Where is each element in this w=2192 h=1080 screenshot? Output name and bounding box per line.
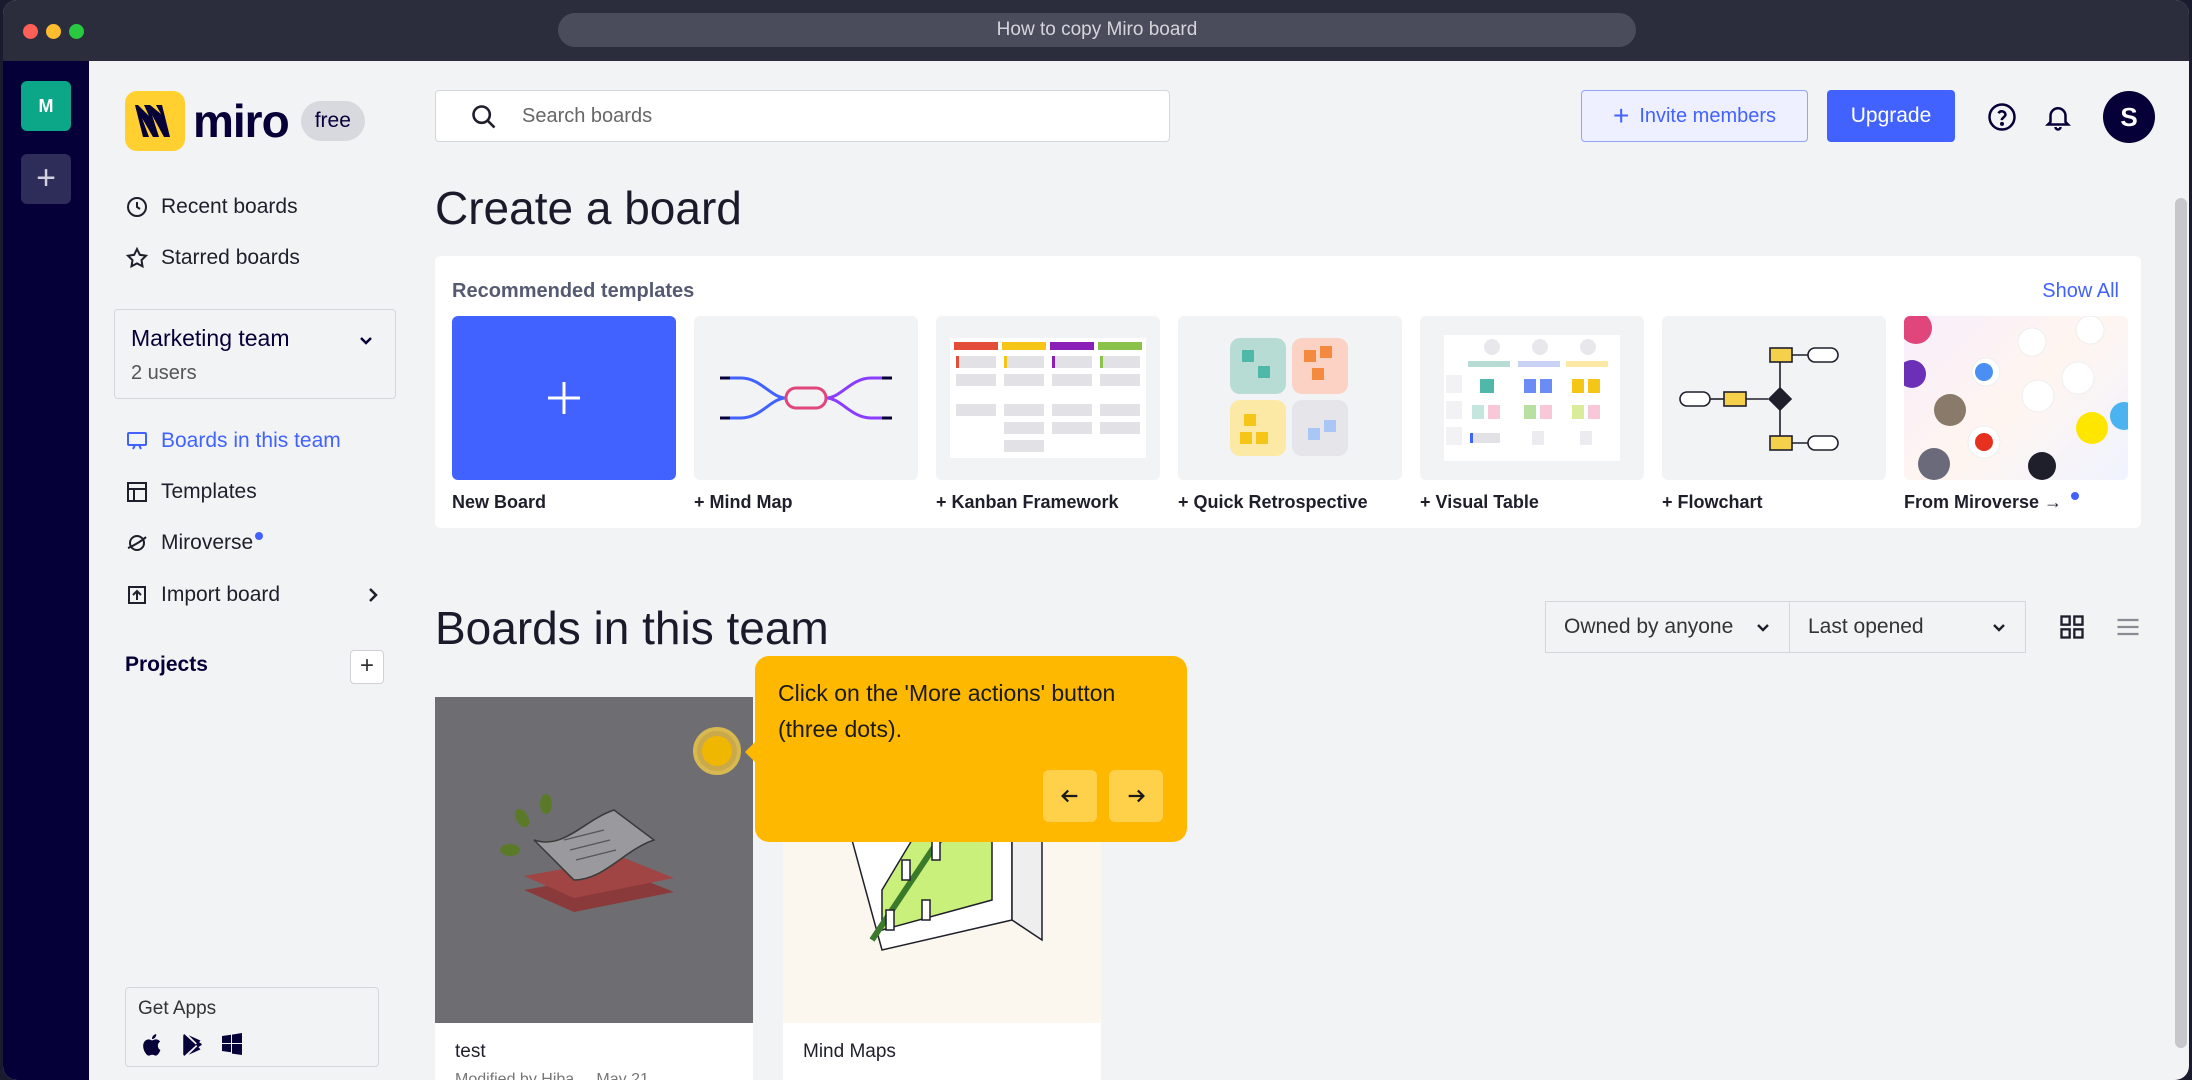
sidebar: miro free Recent boards Starred boards M… bbox=[89, 61, 409, 1080]
create-board-heading: Create a board bbox=[435, 182, 742, 234]
workspace-button[interactable]: M bbox=[21, 81, 71, 131]
get-apps-title: Get Apps bbox=[138, 998, 217, 1019]
board-meta: Modified by Hiba ... May 21 bbox=[455, 1071, 649, 1080]
chevron-down-icon bbox=[1993, 624, 2005, 632]
team-switcher[interactable]: Marketing team 2 users bbox=[114, 309, 396, 399]
tooltip-next-button[interactable] bbox=[1109, 770, 1163, 822]
plan-badge: free bbox=[300, 101, 365, 141]
upgrade-button[interactable]: Upgrade bbox=[1827, 90, 1955, 142]
papers-illustration bbox=[500, 794, 674, 912]
list-view-icon[interactable] bbox=[2114, 613, 2142, 641]
sidebar-item-templates[interactable]: Templates bbox=[125, 480, 257, 504]
more-actions-button[interactable] bbox=[693, 727, 741, 775]
miro-logo[interactable]: miro free bbox=[125, 91, 365, 151]
template-flowchart[interactable]: + Flowchart bbox=[1662, 316, 1886, 513]
retrospective-illustration bbox=[1230, 338, 1348, 456]
add-project-button[interactable]: + bbox=[350, 650, 384, 684]
board-title: Mind Maps bbox=[803, 1041, 896, 1062]
main-content: + Invite members Upgrade S Create a boar… bbox=[409, 61, 2189, 1080]
miro-logo-icon bbox=[125, 91, 185, 151]
template-quick-retrospective[interactable]: + Quick Retrospective bbox=[1178, 316, 1402, 513]
bell-icon[interactable] bbox=[2043, 102, 2073, 132]
plus-icon bbox=[548, 382, 580, 414]
board-icon bbox=[127, 432, 147, 450]
kanban-illustration bbox=[950, 338, 1146, 458]
flowchart-illustration bbox=[1679, 347, 1839, 451]
board-title: test bbox=[455, 1041, 486, 1062]
app-window: How to copy Miro board M + miro free Rec… bbox=[3, 0, 2189, 1080]
miroverse-illustration bbox=[1904, 316, 2128, 480]
google-play-icon[interactable] bbox=[180, 1032, 206, 1058]
user-avatar[interactable]: S bbox=[2103, 91, 2155, 143]
grid-view-icon[interactable] bbox=[2058, 613, 2086, 641]
recommended-templates-title: Recommended templates bbox=[452, 280, 695, 302]
templates-icon bbox=[127, 482, 147, 502]
projects-heading: Projects bbox=[125, 653, 208, 676]
brand-name: miro bbox=[193, 95, 290, 147]
show-all-link[interactable]: Show All bbox=[2042, 280, 2119, 303]
sidebar-item-import-board[interactable]: Import board bbox=[125, 583, 385, 607]
address-bar[interactable]: How to copy Miro board bbox=[558, 13, 1636, 47]
minimize-window-button[interactable] bbox=[46, 24, 61, 39]
help-icon[interactable] bbox=[1987, 102, 2017, 132]
visual-table-illustration bbox=[1444, 335, 1620, 461]
search-input[interactable] bbox=[522, 91, 1142, 141]
sort-filter-dropdown[interactable]: Last opened bbox=[1789, 601, 2026, 653]
sidebar-item-starred-boards[interactable]: Starred boards bbox=[125, 246, 300, 270]
sidebar-item-boards-in-team[interactable]: Boards in this team bbox=[125, 429, 341, 453]
arrow-right-icon bbox=[1128, 789, 1145, 803]
close-window-button[interactable] bbox=[23, 24, 38, 39]
get-apps-panel: Get Apps bbox=[125, 987, 379, 1067]
tooltip-text: Click on the 'More actions' button (thre… bbox=[778, 680, 1116, 742]
team-user-count: 2 users bbox=[131, 362, 197, 384]
template-kanban-framework[interactable]: + Kanban Framework bbox=[936, 316, 1160, 513]
mind-map-illustration bbox=[720, 376, 892, 420]
chevron-down-icon bbox=[360, 337, 372, 345]
template-new-board[interactable]: New Board bbox=[452, 316, 676, 513]
search-box[interactable] bbox=[435, 90, 1170, 142]
template-mind-map[interactable]: + Mind Map bbox=[694, 316, 918, 513]
new-indicator-dot bbox=[255, 532, 264, 540]
maximize-window-button[interactable] bbox=[69, 24, 84, 39]
page-scrollbar[interactable] bbox=[2175, 198, 2187, 1048]
clock-icon bbox=[127, 197, 147, 217]
sidebar-item-recent-boards[interactable]: Recent boards bbox=[125, 195, 298, 219]
import-icon bbox=[128, 586, 146, 604]
sidebar-item-miroverse[interactable]: Miroverse bbox=[125, 531, 264, 555]
new-indicator-dot bbox=[2071, 492, 2080, 500]
template-visual-table[interactable]: + Visual Table bbox=[1420, 316, 1644, 513]
star-icon bbox=[125, 246, 149, 269]
boards-in-team-heading: Boards in this team bbox=[435, 602, 829, 654]
tour-tooltip: Click on the 'More actions' button (thre… bbox=[745, 656, 1187, 842]
arrow-left-icon bbox=[1061, 789, 1078, 803]
team-name: Marketing team bbox=[131, 325, 290, 351]
recommended-templates-panel: Recommended templates Show All New Board bbox=[435, 256, 2141, 528]
apple-icon[interactable] bbox=[140, 1032, 166, 1058]
search-icon bbox=[472, 105, 496, 129]
windows-icon[interactable] bbox=[220, 1032, 244, 1056]
board-card-test[interactable]: test Modified by Hiba ... May 21 bbox=[435, 697, 753, 1080]
plus-icon: + bbox=[1612, 100, 1630, 131]
invite-members-button[interactable]: + Invite members bbox=[1581, 90, 1808, 142]
template-from-miroverse[interactable]: From Miroverse → bbox=[1904, 316, 2128, 513]
chevron-down-icon bbox=[1757, 624, 1769, 632]
title-bar: How to copy Miro board bbox=[3, 0, 2189, 61]
chevron-right-icon bbox=[369, 588, 378, 602]
add-workspace-button[interactable]: + bbox=[21, 154, 71, 204]
owner-filter-dropdown[interactable]: Owned by anyone bbox=[1545, 601, 1790, 653]
tooltip-previous-button[interactable] bbox=[1043, 770, 1097, 822]
planet-icon bbox=[127, 535, 147, 551]
workspace-rail: M + bbox=[3, 61, 89, 1080]
